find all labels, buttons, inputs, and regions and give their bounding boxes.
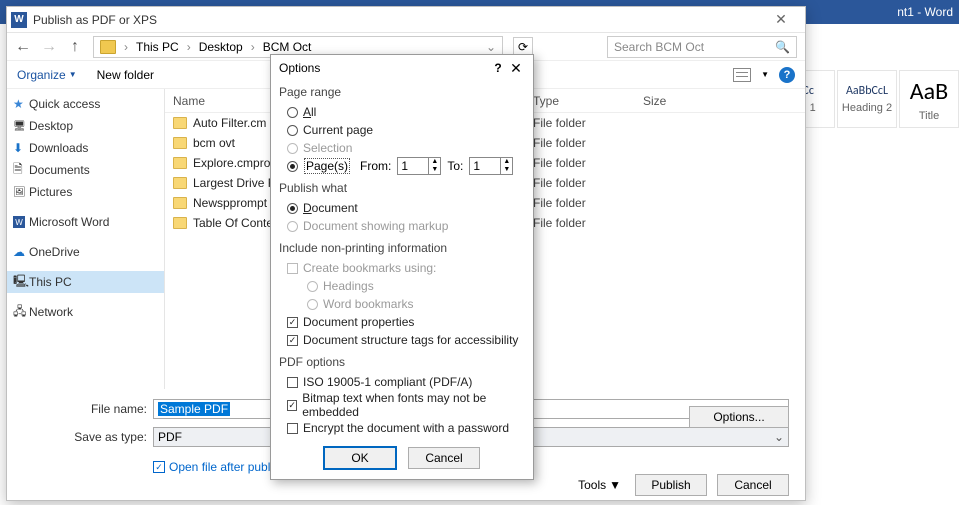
options-cancel-button[interactable]: Cancel — [408, 447, 480, 469]
nav-desktop[interactable]: Desktop — [7, 115, 164, 137]
nav-network[interactable]: Network — [7, 301, 164, 323]
col-size[interactable]: Size — [643, 94, 723, 108]
from-spinner[interactable]: ▲▼ — [397, 157, 441, 175]
check-doc-props[interactable]: Document properties — [279, 313, 525, 331]
word-doc-title: nt1 - Word — [897, 5, 953, 19]
word-icon: W — [11, 12, 27, 28]
options-dialog: Options ? ✕ Page range All Current page … — [270, 54, 534, 480]
folder-icon — [173, 157, 187, 169]
radio-headings: Headings — [279, 277, 525, 295]
forward-icon[interactable]: → — [41, 38, 57, 56]
help-icon[interactable]: ? — [779, 67, 795, 83]
nav-thispc[interactable]: This PC — [7, 271, 164, 293]
chevron-down-icon[interactable]: ⌄ — [486, 40, 496, 54]
filename-value: Sample PDF — [158, 402, 230, 416]
tools-menu[interactable]: Tools ▼ — [578, 478, 621, 492]
search-placeholder: Search BCM Oct — [614, 40, 704, 54]
search-icon: 🔍 — [775, 40, 790, 54]
page-range-title: Page range — [279, 85, 525, 99]
crumb-bcmoct[interactable]: BCM Oct — [263, 40, 312, 54]
filename-label: File name: — [67, 402, 147, 416]
nav-pictures[interactable]: Pictures — [7, 181, 164, 203]
close-icon[interactable]: ✕ — [761, 11, 801, 28]
crumb-thispc[interactable]: This PC — [136, 40, 179, 54]
col-type[interactable]: Type — [533, 94, 643, 108]
radio-selection: Selection — [279, 139, 525, 157]
options-help-icon[interactable]: ? — [489, 61, 507, 75]
radio-current[interactable]: Current page — [279, 121, 525, 139]
radio-all[interactable]: All — [279, 103, 525, 121]
check-bitmap[interactable]: Bitmap text when fonts may not be embedd… — [279, 391, 525, 419]
new-folder-button[interactable]: New folder — [97, 68, 154, 82]
back-icon[interactable]: ← — [15, 38, 31, 56]
radio-document[interactable]: Document — [279, 199, 525, 217]
radio-doc-markup: Document showing markup — [279, 217, 525, 235]
from-label: From: — [360, 159, 391, 173]
folder-icon — [173, 177, 187, 189]
organize-menu[interactable]: Organize ▼ — [17, 68, 77, 82]
check-encrypt[interactable]: Encrypt the document with a password — [279, 419, 525, 437]
to-label: To: — [447, 159, 463, 173]
check-iso[interactable]: ISO 19005-1 compliant (PDF/A) — [279, 373, 525, 391]
radio-word-bookmarks: Word bookmarks — [279, 295, 525, 313]
folder-icon — [100, 40, 116, 54]
style-heading2[interactable]: AaBbCcLHeading 2 — [837, 70, 897, 128]
publish-what-title: Publish what — [279, 181, 525, 195]
search-input[interactable]: Search BCM Oct 🔍 — [607, 36, 797, 58]
to-spinner[interactable]: ▲▼ — [469, 157, 513, 175]
options-close-icon[interactable]: ✕ — [507, 60, 525, 77]
view-icon[interactable] — [733, 68, 751, 82]
nav-downloads[interactable]: Downloads — [7, 137, 164, 159]
crumb-desktop[interactable]: Desktop — [199, 40, 243, 54]
nav-quick-access[interactable]: Quick access — [7, 93, 164, 115]
ok-button[interactable]: OK — [324, 447, 396, 469]
cancel-button[interactable]: Cancel — [717, 474, 789, 496]
up-icon[interactable]: ↑ — [67, 38, 83, 56]
check-doc-tags[interactable]: Document structure tags for accessibilit… — [279, 331, 525, 349]
folder-icon — [173, 197, 187, 209]
nav-documents[interactable]: Documents — [7, 159, 164, 181]
saveas-label: Save as type: — [67, 430, 147, 444]
publish-button[interactable]: Publish — [635, 474, 707, 496]
nav-onedrive[interactable]: OneDrive — [7, 241, 164, 263]
options-title: Options — [279, 61, 489, 75]
check-bookmarks: Create bookmarks using: — [279, 259, 525, 277]
folder-icon — [173, 137, 187, 149]
publish-title: Publish as PDF or XPS — [33, 13, 157, 27]
nav-msword[interactable]: Microsoft Word — [7, 211, 164, 233]
options-button[interactable]: Options... — [689, 406, 789, 428]
folder-icon — [173, 217, 187, 229]
style-title[interactable]: AaBTitle — [899, 70, 959, 128]
radio-pages[interactable] — [287, 161, 298, 172]
saveas-value: PDF — [158, 430, 182, 444]
pdf-options-title: PDF options — [279, 355, 525, 369]
folder-icon — [173, 117, 187, 129]
nav-pane: Quick access Desktop Downloads Documents… — [7, 89, 165, 389]
include-title: Include non-printing information — [279, 241, 525, 255]
